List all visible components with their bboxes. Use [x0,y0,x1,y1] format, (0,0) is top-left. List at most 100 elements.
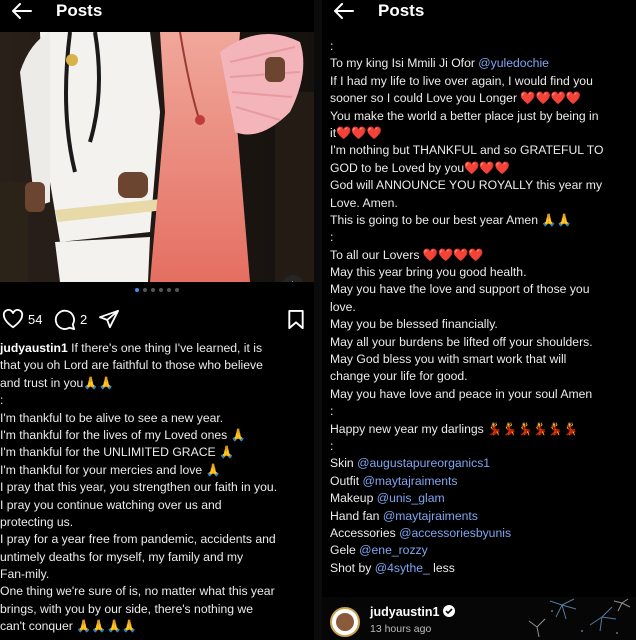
caption-line: Happy new year my darlings 💃💃💃💃💃💃 [330,421,630,438]
caption-text: Love. Amen. [330,195,398,210]
caption-text: May you have the love and support of tho… [330,282,590,297]
mention-link[interactable]: @augustapureorganics1 [357,456,490,470]
caption-text: : [330,39,334,53]
caption-line: : [330,38,630,55]
caption-text: Hand fan [330,508,383,523]
mention-link[interactable]: @maytajraiments [363,474,458,488]
comment-button[interactable]: 2 [54,309,87,330]
caption-line: Shot by @4sythe_ less [330,560,630,577]
back-button[interactable] [322,3,366,19]
caption-username[interactable]: judyaustin1 [0,341,68,355]
caption-line: To all our Lovers ❤️❤️❤️❤️ [330,247,630,264]
caption-text: May you have love and peace in your soul… [330,386,593,401]
caption-line: May all your burdens be lifted off your … [330,334,630,351]
caption-text: One thing we're sure of is, no matter wh… [0,584,275,599]
comment-count: 2 [80,312,88,327]
caption-line: that you oh Lord are faithful to those w… [0,357,310,374]
caption-line: : [330,438,630,455]
mention-link[interactable]: @accessoriesbyunis [399,526,511,540]
caption-line: God will ANNOUNCE YOU ROYALLY this year … [330,177,630,194]
caption-line: it❤️❤️❤️ [330,125,630,142]
post-image[interactable] [0,32,314,282]
caption-text: Makeup [330,491,377,506]
caption-text: Happy new year my darlings 💃💃💃💃💃💃 [330,421,579,436]
caption-text: God will ANNOUNCE YOU ROYALLY this year … [330,178,603,193]
caption-text: May God bless you with smart work that w… [330,352,567,367]
caption-text: : [330,438,334,453]
caption-text: it❤️❤️❤️ [330,125,382,140]
page-title: Posts [378,1,425,20]
carousel-dot [159,288,163,292]
bookmark-icon [288,309,304,330]
caption-text: protecting us. [0,514,74,529]
mention-link[interactable]: @maytajraiments [383,509,478,523]
carousel-dot [151,288,155,292]
post-timestamp: 13 hours ago [370,623,432,635]
caption-text: I pray that this year, you strengthen ou… [0,480,278,495]
caption-text: Gele [330,543,360,558]
caption-line: I'm nothing but THANKFUL and so GRATEFUL… [330,142,630,159]
caption-line: I pray you continue watching over us and [0,497,310,514]
carousel-indicator [0,288,314,292]
caption-line: sooner so I could Love you Longer ❤️❤️❤️… [330,90,630,107]
like-button[interactable]: 54 [2,309,42,329]
caption-line: I pray for a year free from pandemic, ac… [0,531,310,548]
caption-text: : [0,393,4,408]
caption-line: judyaustin1 If there's one thing I've le… [0,340,310,357]
caption-line: You make the world a better place just b… [330,108,630,125]
heart-icon [2,309,24,329]
caption-line: love. [330,299,630,316]
caption-line: : [0,392,310,409]
caption-text: that you oh Lord are faithful to those w… [0,358,263,373]
avatar[interactable] [330,607,360,637]
carousel-dot [167,288,171,292]
speaker-muted-icon [292,281,293,282]
caption-line: I'm thankful to be alive to see a new ye… [0,410,310,427]
caption-text: To my king Isi Mmili Ji Ofor [330,56,479,71]
back-button[interactable] [0,3,44,19]
caption-text: If I had my life to live over again, I w… [330,73,593,88]
caption-text: I pray for a year free from pandemic, ac… [0,532,276,547]
caption-line: Love. Amen. [330,195,630,212]
verified-badge-icon [443,605,456,617]
mention-link[interactable]: @4sythe_ [375,561,430,575]
caption-line: brings, with you by our side, there's no… [0,601,310,618]
caption-line: I'm thankful for the UNLIMITED GRACE 🙏 [0,444,310,461]
username-text: judyaustin1 [370,605,440,619]
mention-link[interactable]: @ene_rozzy [359,543,428,557]
caption-text: I'm thankful to be alive to see a new ye… [0,410,224,425]
caption-text: This is going to be our best year Amen 🙏… [330,212,572,227]
header-bar: Posts [322,0,636,22]
arrow-left-icon [12,3,32,19]
caption-line: Skin @augustapureorganics1 [330,455,630,472]
caption-line: : [330,403,630,420]
mention-link[interactable]: @unis_glam [377,491,445,505]
caption-line: : [330,229,630,246]
caption-text: sooner so I could Love you Longer ❤️❤️❤️… [330,91,582,106]
caption-text: I pray you continue watching over us and [0,497,222,512]
arrow-left-icon [334,3,354,19]
caption-text: May all your burdens be lifted off your … [330,334,593,349]
caption-text: brings, with you by our side, there's no… [0,601,253,616]
save-button[interactable] [287,309,305,330]
caption-text: love. [330,299,356,314]
caption-text: I'm thankful for your mercies and love 🙏 [0,462,221,477]
next-post-username[interactable]: judyaustin1 [370,605,456,619]
mention-link[interactable]: @yuledochie [478,56,549,70]
post-caption: judyaustin1 If there's one thing I've le… [0,340,310,636]
caption-text: : [330,230,334,245]
caption-line: Gele @ene_rozzy [330,542,630,559]
caption-line: To my king Isi Mmili Ji Ofor @yuledochie [330,55,630,72]
like-count: 54 [28,311,43,327]
post-actions: 54 2 [0,306,314,334]
caption-line: and trust in you🙏🙏 [0,375,310,392]
next-post-header[interactable]: judyaustin1 13 hours ago [322,597,636,640]
caption-line: GOD to be Loved by you❤️❤️❤️ [330,160,630,177]
post-caption-continued: : To my king Isi Mmili Ji Ofor @yuledochi… [330,38,630,577]
share-button[interactable] [98,309,120,329]
caption-text: I'm nothing but THANKFUL and so GRATEFUL… [330,143,604,158]
caption-text: Outfit [330,473,363,488]
carousel-dot [143,288,147,292]
send-icon [99,309,119,329]
caption-text: To all our Lovers ❤️❤️❤️❤️ [330,247,484,262]
